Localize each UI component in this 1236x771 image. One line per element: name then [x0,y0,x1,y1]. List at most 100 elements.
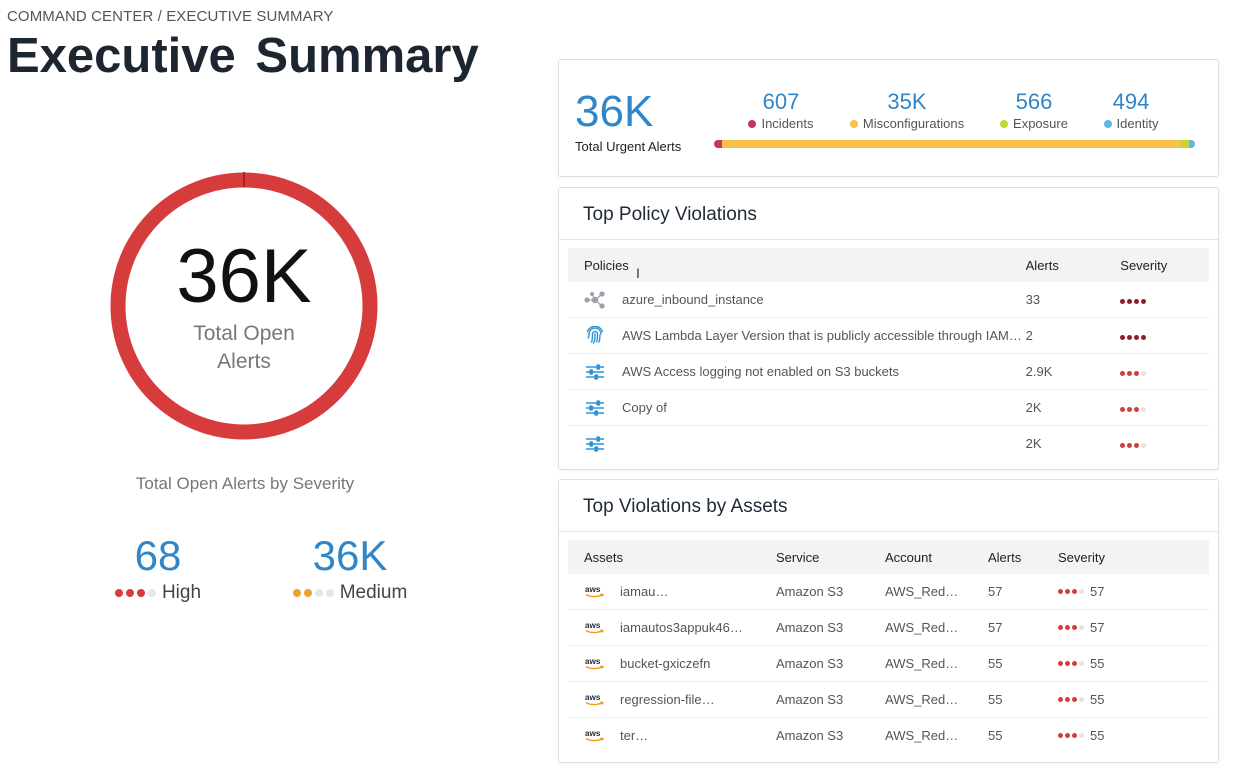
exposure-dot-icon [1000,119,1009,128]
asset-row[interactable]: aws bucket-gxiczefn Amazon S3 AWS_Red… 55 55 [568,646,1209,682]
asset-row[interactable]: aws iamau… Amazon S3 AWS_Red… 57 57 [568,574,1209,610]
severity-dots-icon [1120,299,1147,304]
misconfigurations-label: Misconfigurations [862,116,965,131]
total-open-alerts-value: 36K [176,234,312,319]
aws-logo-icon: aws [584,617,606,639]
policy-alerts: 2K [1025,400,1042,415]
svg-text:aws: aws [585,729,601,738]
urgent-alerts-breakdown-bar[interactable] [714,140,1195,148]
policy-row[interactable]: azure_inbound_instance 33 [568,282,1209,318]
asset-account[interactable]: AWS_Red… [885,692,988,707]
exposure-label: Exposure [1013,116,1068,131]
svg-text:aws: aws [585,693,601,702]
severity-dots-icon [1058,589,1084,594]
policy-name[interactable]: AWS Lambda Layer Version that is publicl… [622,328,1022,343]
asset-row[interactable]: aws iamautos3appuk46fb3 Amazon S3 AWS_Red… 5… [568,610,1209,646]
total-urgent-alerts[interactable]: 36K Total Urgent Alerts [575,87,681,155]
policy-name[interactable]: azure_inbound_instance [622,292,764,307]
severity-dots-icon [1058,733,1084,738]
asset-name[interactable]: iamautos3appuk46fb3 [620,620,744,635]
incidents-stat[interactable]: 607 Incidents [745,90,817,131]
policies-table-header: Policies Alerts Severity [568,248,1209,282]
severity-dots-icon [1120,443,1147,448]
asset-account[interactable]: AWS_Red… [885,620,988,635]
asset-account[interactable]: AWS_Red… [885,656,988,671]
asset-severity-count: 57 [1090,584,1105,599]
total-open-alerts-donut[interactable]: 36K Total Open Alerts [106,168,382,444]
severity-dots-icon [1058,661,1084,666]
policy-alerts: 33 [1025,292,1041,307]
asset-severity-count: 55 [1090,728,1105,743]
policy-name[interactable]: AWS Access logging not enabled on S3 buc… [622,364,899,379]
breakdown-segment-exposure[interactable] [1181,140,1189,148]
page-title: Executive Summary [7,29,479,83]
asset-alerts: 57 [988,620,1003,635]
asset-name[interactable]: bucket-gxiczefn [620,656,710,671]
incidents-label: Incidents [761,116,814,131]
account-column-header[interactable]: Account [885,550,988,565]
identity-label: Identity [1116,116,1159,131]
policy-row[interactable]: Copy of 2K [568,390,1209,426]
asset-service: Amazon S3 [776,656,844,671]
assets-column-header[interactable]: Assets [568,550,776,565]
alerts-column-header[interactable]: Alerts [988,550,1058,565]
breadcrumb[interactable]: COMMAND CENTER / EXECUTIVE SUMMARY [7,8,334,25]
service-column-header[interactable]: Service [776,550,885,565]
identity-dot-icon [1103,119,1112,128]
top-policy-violations-card: Top Policy Violations Policies Alerts Se… [558,187,1219,470]
asset-row[interactable]: aws ter… Amazon S3 AWS_Red… 55 55 [568,718,1209,753]
medium-label: Medium [339,582,408,603]
severity-dots-icon [1120,407,1147,412]
asset-service: Amazon S3 [776,728,844,743]
alerts-column-header[interactable]: Alerts [1026,258,1121,273]
aws-logo-icon: aws [584,581,606,603]
breakdown-segment-misconfigurations[interactable] [721,140,1182,148]
svg-text:aws: aws [585,657,601,666]
policy-row[interactable]: 2K [568,426,1209,461]
asset-service: Amazon S3 [776,584,844,599]
sliders-icon [584,397,606,419]
asset-severity-count: 55 [1090,692,1105,707]
misconfigurations-stat[interactable]: 35K Misconfigurations [845,90,969,131]
identity-count: 494 [1112,89,1150,114]
severity-column-header[interactable]: Severity [1058,550,1158,565]
svg-text:aws: aws [585,621,601,630]
sliders-icon [584,361,606,383]
policy-row[interactable]: AWS Lambda Layer Version that is publicl… [568,318,1209,354]
asset-name[interactable]: iamau… [620,584,668,599]
urgent-alerts-card: 36K Total Urgent Alerts 607 Incidents 35… [558,59,1219,177]
asset-service: Amazon S3 [776,620,844,635]
policy-row[interactable]: AWS Access logging not enabled on S3 buc… [568,354,1209,390]
open-alerts-by-severity-title: Total Open Alerts by Severity [135,474,355,493]
severity-dots-icon [1058,625,1084,630]
aws-logo-icon: aws [584,653,606,675]
total-urgent-alerts-value: 36K [575,87,654,136]
misconfigurations-dot-icon [849,119,858,128]
asset-severity-count: 57 [1090,620,1105,635]
high-label: High [161,582,202,603]
medium-severity-stat[interactable]: 36K Medium [292,532,408,604]
asset-account[interactable]: AWS_Red… [885,584,988,599]
asset-name[interactable]: ter… [620,728,648,743]
exposure-stat[interactable]: 566 Exposure [997,90,1071,131]
aws-logo-icon: aws [584,689,606,711]
medium-severity-dots-icon [292,589,334,597]
top-violations-by-assets-card: Top Violations by Assets Assets Service … [558,479,1219,763]
identity-stat[interactable]: 494 Identity [1099,90,1163,131]
asset-alerts: 55 [988,728,1003,743]
severity-column-header[interactable]: Severity [1120,258,1209,273]
asset-row[interactable]: aws regression-file… Amazon S3 AWS_Red… 55 55 [568,682,1209,718]
asset-account[interactable]: AWS_Red… [885,728,988,743]
assets-table: Assets Service Account Alerts Severity a… [568,540,1209,753]
high-count: 68 [134,532,182,579]
svg-text:aws: aws [585,585,601,594]
text-cursor-icon: I [636,265,640,281]
incidents-dot-icon [748,119,757,128]
incidents-count: 607 [762,89,800,114]
asset-name[interactable]: regression-file… [620,692,715,707]
breakdown-segment-incidents[interactable] [714,140,722,148]
high-severity-stat[interactable]: 68 High [100,532,216,604]
breakdown-segment-identity[interactable] [1188,140,1195,148]
policy-name[interactable]: Copy of [622,400,667,415]
policy-alerts: 2.9K [1025,364,1053,379]
